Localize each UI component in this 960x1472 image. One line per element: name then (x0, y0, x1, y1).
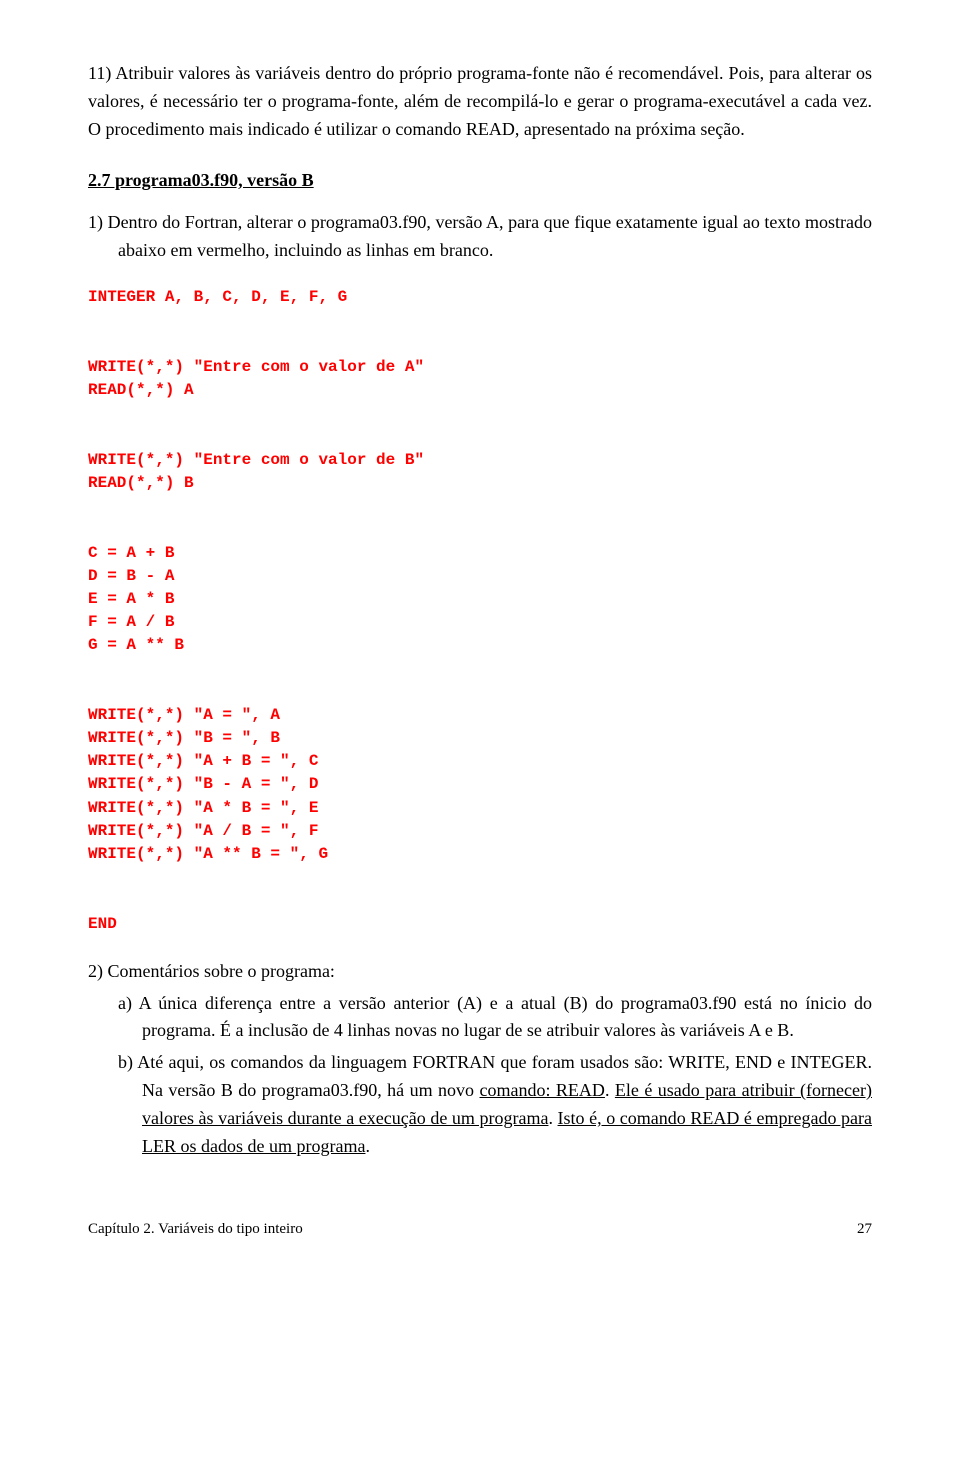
footer-page-number: 27 (857, 1221, 872, 1238)
sub-item-b: b) Até aqui, os comandos da linguagem FO… (88, 1049, 872, 1161)
document-page: 11) Atribuir valores às variáveis dentro… (0, 0, 960, 1278)
sub-b-underline-1: comando: READ (480, 1080, 605, 1100)
sub-b-text-3: . (548, 1108, 557, 1128)
page-footer: Capítulo 2. Variáveis do tipo inteiro 27 (88, 1221, 872, 1238)
sub-b-text-2: . (605, 1080, 615, 1100)
sub-item-a: a) A única diferença entre a versão ante… (88, 990, 872, 1046)
list-item-1: 1) Dentro do Fortran, alterar o programa… (88, 209, 872, 265)
list-item-2: 2) Comentários sobre o programa: (88, 958, 872, 986)
section-title: 2.7 programa03.f90, versão B (88, 170, 872, 191)
paragraph-intro: 11) Atribuir valores às variáveis dentro… (88, 60, 872, 144)
fortran-code-block: INTEGER A, B, C, D, E, F, G WRITE(*,*) "… (88, 286, 872, 935)
sub-b-text-4: . (365, 1136, 370, 1156)
footer-chapter: Capítulo 2. Variáveis do tipo inteiro (88, 1221, 303, 1238)
